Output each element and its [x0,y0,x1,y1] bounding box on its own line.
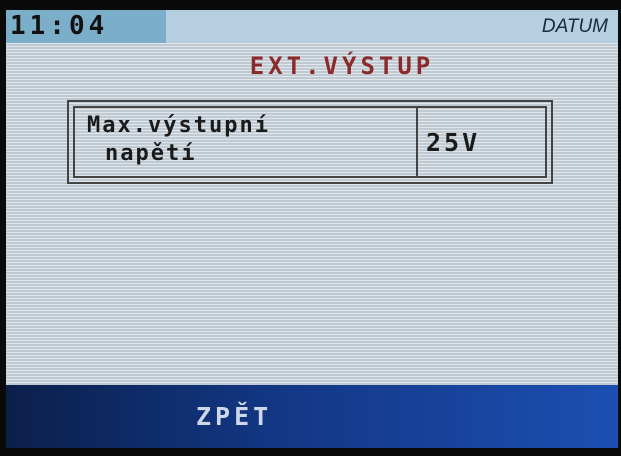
parameter-label-line1: Max.výstupní [87,113,270,138]
status-bar: 11:04 DATUM [6,10,618,43]
parameter-label-line2: napětí [105,141,197,166]
device-screen: 11:04 DATUM EXT.VÝSTUP Max.výstupní napě… [6,10,618,448]
clock-display: 11:04 [6,10,166,43]
parameter-label: Max.výstupní napětí [75,108,418,176]
back-button[interactable]: ZPĚT [196,385,272,448]
parameter-row[interactable]: Max.výstupní napětí 25V [67,100,553,184]
screen-title: EXT.VÝSTUP [249,52,435,80]
bottom-bar: ZPĚT [6,385,618,448]
parameter-frame: Max.výstupní napětí 25V [73,106,547,178]
date-button[interactable]: DATUM [542,10,608,43]
parameter-value[interactable]: 25V [418,108,545,176]
